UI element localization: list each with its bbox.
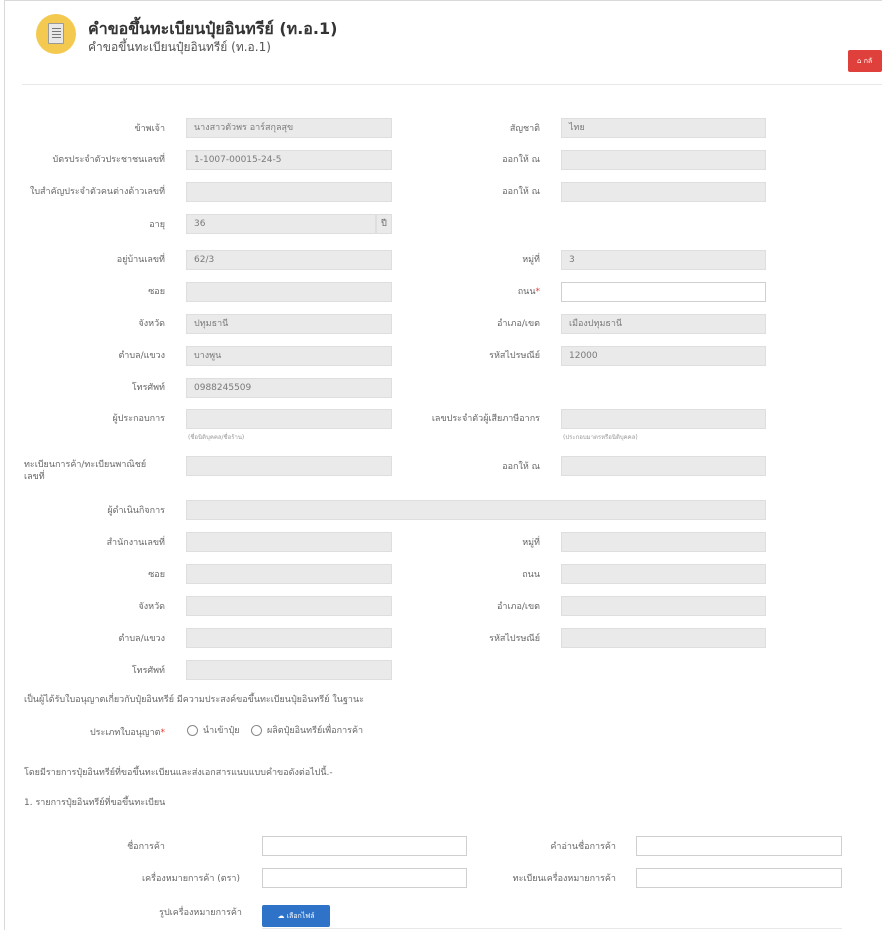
trade-name-label: ชื่อการค้า [127,842,165,852]
tax-id-label: เลขประจำตัวผู้เสียภาษีอากร [431,414,540,424]
alien-issued-label: ออกให้ ณ [502,187,540,197]
license-intro: เป็นผู้ได้รับใบอนุญาตเกี่ยวกับปุ๋ยอินทรี… [24,695,364,705]
postcode-field[interactable]: 12000 [561,346,766,366]
soi-field[interactable] [186,282,392,302]
office-subdistrict-label: ตำบล/แขวง [118,634,165,644]
house-no-field[interactable]: 62/3 [186,250,392,270]
license-option-produce-label: ผลิตปุ๋ยอินทรีย์เพื่อการค้า [267,726,364,736]
house-no-label: อยู่บ้านเลขที่ [116,255,165,265]
license-option-produce[interactable]: ผลิตปุ๋ยอินทรีย์เพื่อการค้า [251,723,363,737]
products-section-title: 1. รายการปุ๋ยอินทรีย์ที่ขอขึ้นทะเบียน [24,798,166,808]
document-icon [36,14,76,54]
nationality-field[interactable]: ไทย [561,118,766,138]
trademark-field[interactable] [262,868,467,888]
commerce-reg-field[interactable] [186,456,392,476]
products-intro: โดยมีรายการปุ๋ยอินทรีย์ที่ขอขึ้นทะเบียนแ… [24,768,333,778]
subdistrict-field[interactable]: บางพูน [186,346,392,366]
trade-name-reading-label: คำอ่านชื่อการค้า [550,842,616,852]
id-issued-field[interactable] [561,150,766,170]
office-soi-field[interactable] [186,564,392,584]
office-subdistrict-field[interactable] [186,628,392,648]
phone-label: โทรศัพท์ [131,383,165,393]
id-issued-label: ออกให้ ณ [502,155,540,165]
trademark-reg-field[interactable] [636,868,842,888]
office-phone-label: โทรศัพท์ [131,666,165,676]
postcode-label: รหัสไปรษณีย์ [489,351,540,361]
soi-label: ซอย [148,287,165,297]
radio-circle-icon [187,724,198,736]
age-unit: ปี [376,214,392,234]
province-label: จังหวัด [138,319,166,329]
office-postcode-label: รหัสไปรษณีย์ [489,634,540,644]
trademark-reg-label: ทะเบียนเครื่องหมายการค้า [512,874,616,884]
office-soi-label: ซอย [148,570,165,580]
frame-top-border [4,0,882,1]
alien-issued-field[interactable] [561,182,766,202]
trademark-label: เครื่องหมายการค้า (ตรา) [142,874,240,884]
office-no-label: สำนักงานเลขที่ [106,538,165,548]
upload-divider [262,928,842,929]
manager-label: ผู้ดำเนินกิจการ [107,506,165,516]
moo-field[interactable]: 3 [561,250,766,270]
office-district-field[interactable] [561,596,766,616]
office-district-label: อำเภอ/เขต [497,602,540,612]
page-subtitle: คำขอขึ้นทะเบียนปุ๋ยอินทรีย์ (ท.อ.1) [88,40,271,54]
commerce-reg-label: ทะเบียนการค้า/ทะเบียนพาณิชย์ เลขที่ [24,460,147,482]
back-button-label: กลั [863,57,873,65]
office-phone-field[interactable] [186,660,392,680]
phone-field[interactable]: 0988245509 [186,378,392,398]
tax-id-field[interactable] [561,409,766,429]
office-moo-label: หมู่ที่ [522,538,540,548]
alien-id-field[interactable] [186,182,392,202]
moo-label: หมู่ที่ [522,255,540,265]
operator-label: ผู้ประกอบการ [112,414,165,424]
commerce-issued-field[interactable] [561,456,766,476]
license-type-required-mark: * [160,728,166,738]
office-postcode-field[interactable] [561,628,766,648]
district-label: อำเภอ/เขต [497,319,540,329]
trademark-image-label: รูปเครื่องหมายการค้า [159,908,242,918]
office-road-field[interactable] [561,564,766,584]
office-moo-field[interactable] [561,532,766,552]
license-type-label: ประเภทใบอนุญาต* [90,725,165,739]
subdistrict-label: ตำบล/แขวง [118,351,165,361]
age-label: อายุ [149,220,165,230]
operator-hint: (ชื่อนิติบุคคล/ชื่อร้าน) [188,434,245,441]
back-button[interactable]: ⌂ กลั [848,50,882,72]
name-field[interactable]: นางสาวตัวพร อาร์สกุลสุข [186,118,392,138]
office-no-field[interactable] [186,532,392,552]
name-label: ข้าพเจ้า [134,124,165,134]
license-type-label-text: ประเภทใบอนุญาต [89,728,161,738]
road-label: ถนน* [518,284,540,298]
tax-id-hint: (ประกอบมาตรหรือนิติบุคคล) [563,434,638,441]
province-field[interactable]: ปทุมธานี [186,314,392,334]
road-field[interactable] [561,282,766,302]
frame-left-border [4,0,5,930]
district-field[interactable]: เมืองปทุมธานี [561,314,766,334]
operator-field[interactable] [186,409,392,429]
road-label-text: ถนน [517,287,536,297]
home-icon: ⌂ [857,57,862,65]
id-card-label: บัตรประจำตัวประชาชนเลขที่ [52,155,165,165]
trade-name-reading-field[interactable] [636,836,842,856]
commerce-issued-label: ออกให้ ณ [502,462,540,472]
alien-id-label: ใบสำคัญประจำตัวคนต่างด้าวเลขที่ [29,187,165,197]
office-province-label: จังหวัด [138,602,166,612]
office-province-field[interactable] [186,596,392,616]
manager-field[interactable] [186,500,766,520]
office-road-label: ถนน [522,570,540,580]
trade-name-field[interactable] [262,836,467,856]
nationality-label: สัญชาติ [509,124,540,134]
id-card-field[interactable]: 1-1007-00015-24-5 [186,150,392,170]
age-field[interactable]: 36 [186,214,376,234]
road-required-mark: * [535,287,541,297]
choose-file-button[interactable]: ☁ เลือกไฟล์ [262,905,330,927]
radio-circle-icon [251,724,262,736]
header-divider [22,84,882,85]
license-option-import[interactable]: นำเข้าปุ๋ย [187,723,239,737]
license-option-import-label: นำเข้าปุ๋ย [203,726,240,736]
